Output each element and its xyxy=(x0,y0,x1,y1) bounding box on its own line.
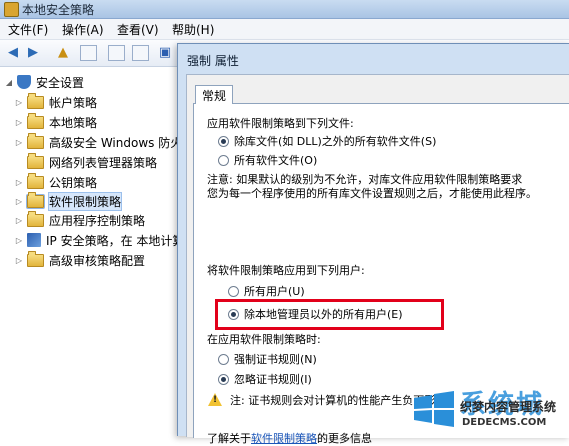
show-hide-tree-icon[interactable] xyxy=(80,45,97,61)
watermark-domain: DEDECMS.COM xyxy=(462,417,547,428)
radio-files-all[interactable]: 所有软件文件(O) xyxy=(218,152,317,168)
radio-dot[interactable] xyxy=(218,373,229,385)
menu-bar: 文件(F) 操作(A) 查看(V) 帮助(H) xyxy=(0,19,569,40)
tree-item-firewall[interactable]: ▷ 高级安全 Windows 防火墙 xyxy=(14,132,195,151)
learn-suffix: 的更多信息 xyxy=(317,432,372,445)
radio-files-except-dll[interactable]: 除库文件(如 DLL)之外的所有软件文件(S) xyxy=(218,133,436,149)
tree-item-label: 公钥策略 xyxy=(49,175,98,190)
radio-label: 所有软件文件(O) xyxy=(234,154,318,167)
tree-root-security-settings[interactable]: ◢ 安全设置 xyxy=(4,73,84,91)
properties-dialog: 强制 属性 常规 应用软件限制策略到下列文件: 除库文件(如 DLL)之外的所有… xyxy=(177,43,569,445)
folder-icon xyxy=(27,112,44,129)
learn-prefix: 了解关于 xyxy=(207,432,251,445)
menu-help[interactable]: 帮助(H) xyxy=(172,21,214,38)
window-title: 本地安全策略 xyxy=(22,3,95,17)
tree-item-public-key[interactable]: ▷ 公钥策略 xyxy=(14,172,98,191)
expand-icon[interactable]: ▷ xyxy=(14,256,24,265)
expand-icon[interactable]: ▷ xyxy=(14,236,24,245)
properties-icon[interactable] xyxy=(132,45,149,61)
apply-users-label: 将软件限制策略应用到下列用户: xyxy=(207,264,365,277)
folder-icon xyxy=(27,191,44,208)
watermark-sub-text: 织梦内容管理系统 xyxy=(460,400,557,414)
expand-icon[interactable]: ▷ xyxy=(14,197,24,206)
expand-icon[interactable]: ▷ xyxy=(14,138,24,147)
watermark: 系统城 织梦内容管理系统 DEDECMS.COM xyxy=(412,384,569,435)
tree-item-app-control[interactable]: ▷ 应用程序控制策略 xyxy=(14,210,146,229)
note-line-2: 您为每一个程序使用的所有库文件设置规则之后，才能使用此程序。 xyxy=(207,187,537,200)
up-folder-icon[interactable]: ▲ xyxy=(54,44,72,61)
radio-dot[interactable] xyxy=(228,285,239,297)
collapse-icon[interactable]: ◢ xyxy=(4,78,14,87)
radio-label: 除库文件(如 DLL)之外的所有软件文件(S) xyxy=(234,135,437,148)
learn-more-text: 了解关于软件限制策略的更多信息 xyxy=(207,430,372,446)
app-icon xyxy=(4,2,19,17)
ip-security-icon xyxy=(27,233,41,247)
radio-enforce-cert[interactable]: 强制证书规则(N) xyxy=(218,351,317,367)
radio-dot[interactable] xyxy=(218,353,229,365)
radio-dot[interactable] xyxy=(218,135,229,147)
folder-icon xyxy=(27,172,44,189)
tree-item-software-restriction[interactable]: ▷ 软件限制策略 xyxy=(14,191,123,211)
tree-item-advanced-audit[interactable]: ▷ 高级审核策略配置 xyxy=(14,250,146,269)
expand-icon[interactable]: ▷ xyxy=(14,216,24,225)
navigation-tree: ◢ 安全设置 ▷ 帐户策略 ▷ 本地策略 ▷ 高级安全 Windows 防火墙 … xyxy=(0,67,194,435)
menu-file[interactable]: 文件(F) xyxy=(8,21,48,38)
folder-icon xyxy=(27,152,44,169)
radio-label: 除本地管理员以外的所有用户(E) xyxy=(244,308,403,321)
enforce-label: 在应用软件限制策略时: xyxy=(207,333,321,346)
radio-label: 强制证书规则(N) xyxy=(234,353,317,366)
radio-users-all[interactable]: 所有用户(U) xyxy=(228,283,305,299)
tree-item-label: 软件限制策略 xyxy=(47,191,123,211)
tree-item-ip-security[interactable]: ▷ IP 安全策略，在 本地计算 xyxy=(14,231,184,249)
radio-label: 忽略证书规则(I) xyxy=(234,373,312,386)
menu-view[interactable]: 查看(V) xyxy=(117,21,159,38)
tree-item-local-policy[interactable]: ▷ 本地策略 xyxy=(14,112,98,131)
dialog-body: 常规 应用软件限制策略到下列文件: 除库文件(如 DLL)之外的所有软件文件(S… xyxy=(186,74,569,445)
export-list-icon[interactable] xyxy=(108,45,125,61)
back-arrow-icon[interactable]: ◀ xyxy=(4,44,22,61)
tree-item-label: 应用程序控制策略 xyxy=(49,213,146,228)
expand-icon[interactable]: ▷ xyxy=(14,178,24,187)
tree-item-label: 高级安全 Windows 防火墙 xyxy=(49,135,195,150)
radio-label: 所有用户(U) xyxy=(244,285,305,298)
security-shield-icon xyxy=(17,75,31,89)
expand-icon[interactable]: ▷ xyxy=(14,98,24,107)
tree-item-network-list[interactable]: 网络列表管理器策略 xyxy=(14,152,158,171)
folder-icon xyxy=(27,92,44,109)
window-titlebar: 本地安全策略 xyxy=(0,0,569,19)
tree-item-label: IP 安全策略，在 本地计算 xyxy=(46,233,185,248)
radio-users-except-admins[interactable]: 除本地管理员以外的所有用户(E) xyxy=(228,306,403,322)
tree-item-label: 帐户策略 xyxy=(49,95,98,110)
dialog-title: 强制 属性 xyxy=(187,54,239,68)
radio-dot[interactable] xyxy=(228,308,239,320)
learn-more-link[interactable]: 软件限制策略 xyxy=(251,432,317,445)
tree-item-label: 网络列表管理器策略 xyxy=(49,155,158,170)
forward-arrow-icon[interactable]: ▶ xyxy=(24,44,42,61)
folder-icon xyxy=(27,132,44,149)
warning-icon: ! xyxy=(208,393,222,406)
tree-root-label: 安全设置 xyxy=(36,75,85,90)
tab-general[interactable]: 常规 xyxy=(195,85,233,104)
radio-dot[interactable] xyxy=(218,154,229,166)
menu-action[interactable]: 操作(A) xyxy=(62,21,104,38)
expand-icon[interactable]: ▷ xyxy=(14,118,24,127)
folder-icon xyxy=(27,210,44,227)
tree-item-label: 高级审核策略配置 xyxy=(49,253,146,268)
folder-icon xyxy=(27,250,44,267)
radio-ignore-cert[interactable]: 忽略证书规则(I) xyxy=(218,371,312,387)
windows-logo-icon xyxy=(414,391,454,427)
apply-files-label: 应用软件限制策略到下列文件: xyxy=(207,117,354,130)
tree-item-account-policy[interactable]: ▷ 帐户策略 xyxy=(14,92,98,111)
help-icon[interactable]: ▣ xyxy=(156,44,174,61)
tree-item-label: 本地策略 xyxy=(49,115,98,130)
